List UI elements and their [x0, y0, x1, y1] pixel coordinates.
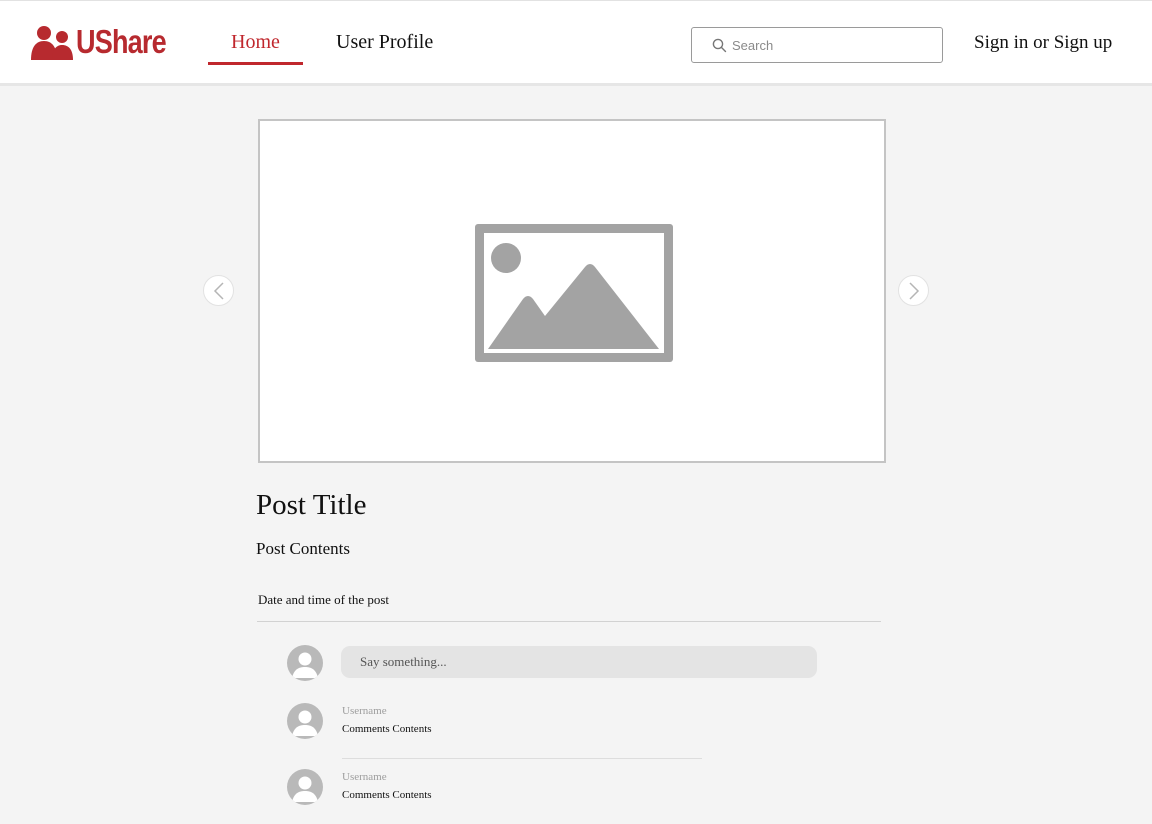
active-tab-indicator — [208, 62, 303, 65]
post-datetime: Date and time of the post — [258, 592, 390, 607]
carousel-prev-button[interactable] — [203, 275, 234, 306]
user-icon — [292, 652, 318, 678]
commenter-avatar — [287, 769, 323, 805]
nav-tab-home[interactable]: Home — [231, 31, 280, 54]
chevron-right-icon — [908, 281, 919, 300]
post-image-carousel — [258, 119, 886, 463]
brand-name: UShare — [76, 23, 167, 60]
carousel-next-button[interactable] — [898, 275, 929, 306]
comment-contents: Comments Contents — [342, 723, 432, 735]
post-divider — [257, 621, 881, 622]
comment-divider — [342, 758, 702, 759]
search-box — [691, 27, 943, 63]
post-title: Post Title — [256, 489, 367, 521]
user-icon — [292, 776, 318, 802]
comment-input[interactable] — [341, 646, 817, 678]
post-contents: Post Contents — [256, 539, 350, 558]
image-placeholder-icon — [475, 224, 673, 362]
search-input[interactable] — [732, 37, 932, 53]
users-logo-icon — [31, 26, 73, 60]
search-icon — [712, 38, 727, 52]
comment-username[interactable]: Username — [342, 771, 387, 783]
current-user-avatar — [287, 645, 323, 681]
user-icon — [292, 710, 318, 736]
top-nav-bar: UShare Home User Profile Sign in or Sign… — [0, 0, 1152, 86]
nav-tab-user-profile[interactable]: User Profile — [336, 31, 433, 54]
commenter-avatar — [287, 703, 323, 739]
comment-contents: Comments Contents — [342, 789, 432, 801]
brand-logo[interactable]: UShare — [30, 23, 186, 61]
comment-username[interactable]: Username — [342, 705, 387, 717]
sign-in-link[interactable]: Sign in or Sign up — [974, 32, 1112, 54]
chevron-left-icon — [213, 281, 224, 300]
